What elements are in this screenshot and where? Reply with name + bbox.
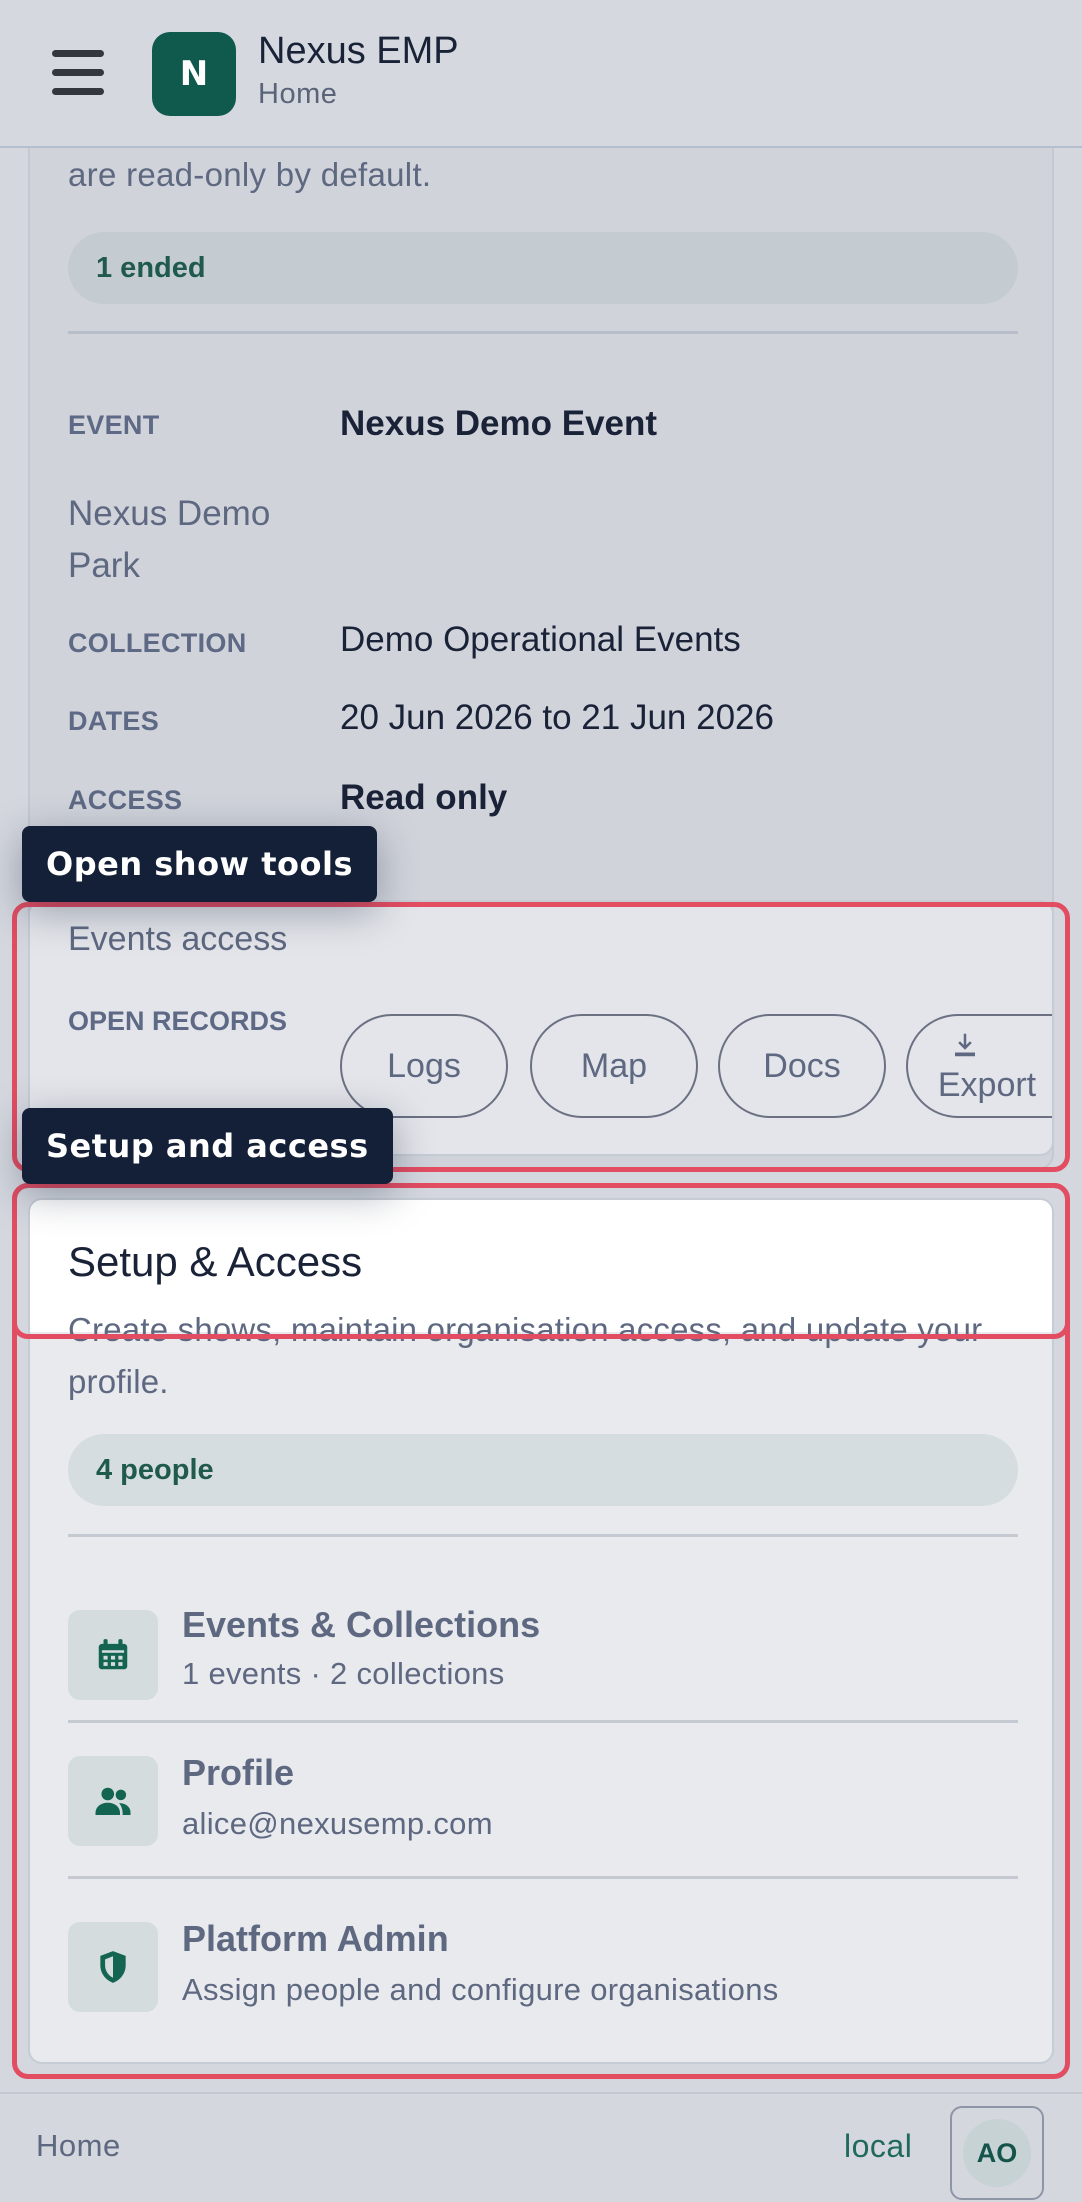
setup-tooltip: Setup and access — [22, 1108, 393, 1184]
setup-description: Create shows, maintain organisation acce… — [68, 1311, 983, 1400]
row-subtitle: alice@nexusemp.com — [182, 1806, 493, 1841]
divider — [68, 1876, 1018, 1879]
app-logo[interactable]: N — [152, 32, 236, 116]
events-access-label: Events access — [68, 920, 288, 958]
collection-label: COLLECTION — [68, 628, 247, 658]
people-icon — [68, 1756, 158, 1846]
collection-value: Demo Operational Events — [340, 620, 741, 659]
export-label: Export — [937, 1065, 1037, 1104]
setup-access-section: Setup & Access Create shows, maintain or… — [28, 1198, 1054, 2064]
divider — [68, 1534, 1018, 1537]
setup-title: Setup & Access — [68, 1238, 363, 1285]
logs-button[interactable]: Logs — [340, 1014, 508, 1118]
avatar: AO — [963, 2119, 1031, 2187]
event-card-intro: are read-only by default. — [68, 156, 432, 193]
app-bar: N Nexus EMP Home — [0, 0, 1082, 148]
home-link[interactable]: Home — [36, 2128, 121, 2164]
row-title: Profile — [182, 1752, 295, 1793]
calendar-icon — [68, 1610, 158, 1700]
row-title: Events & Collections — [182, 1604, 541, 1645]
open-records-label: OPEN RECORDS — [68, 1006, 288, 1036]
people-badge: 4 people — [68, 1434, 1018, 1506]
map-button[interactable]: Map — [530, 1014, 698, 1118]
bottom-bar: Home local AO — [0, 2092, 1082, 2202]
ended-badge: 1 ended — [68, 232, 1018, 304]
event-label: EVENT — [68, 410, 160, 440]
divider — [68, 331, 1018, 334]
dates-label: DATES — [68, 706, 160, 736]
row-subtitle: Assign people and configure organisation… — [182, 1972, 779, 2007]
row-title: Platform Admin — [182, 1918, 449, 1959]
app-title: Nexus EMP — [258, 30, 459, 72]
download-icon — [950, 1030, 980, 1066]
row-subtitle: 1 events · 2 collections — [182, 1656, 505, 1691]
dates-value: 20 Jun 2026 to 21 Jun 2026 — [340, 698, 774, 737]
docs-button[interactable]: Docs — [718, 1014, 886, 1118]
show-tools-tooltip: Open show tools — [22, 826, 378, 902]
shield-icon — [68, 1922, 158, 2012]
menu-icon[interactable] — [48, 46, 108, 100]
event-value: Nexus Demo Event — [340, 404, 658, 443]
access-value: Read only — [340, 778, 508, 817]
app-subtitle: Home — [258, 78, 338, 110]
access-label: ACCESS — [68, 785, 183, 815]
divider — [68, 1720, 1018, 1723]
venue-value: Nexus Demo Park — [68, 494, 271, 585]
export-button[interactable]: Export — [906, 1014, 1052, 1118]
avatar-button[interactable]: AO — [950, 2106, 1044, 2200]
environment-label: local — [844, 2128, 913, 2164]
